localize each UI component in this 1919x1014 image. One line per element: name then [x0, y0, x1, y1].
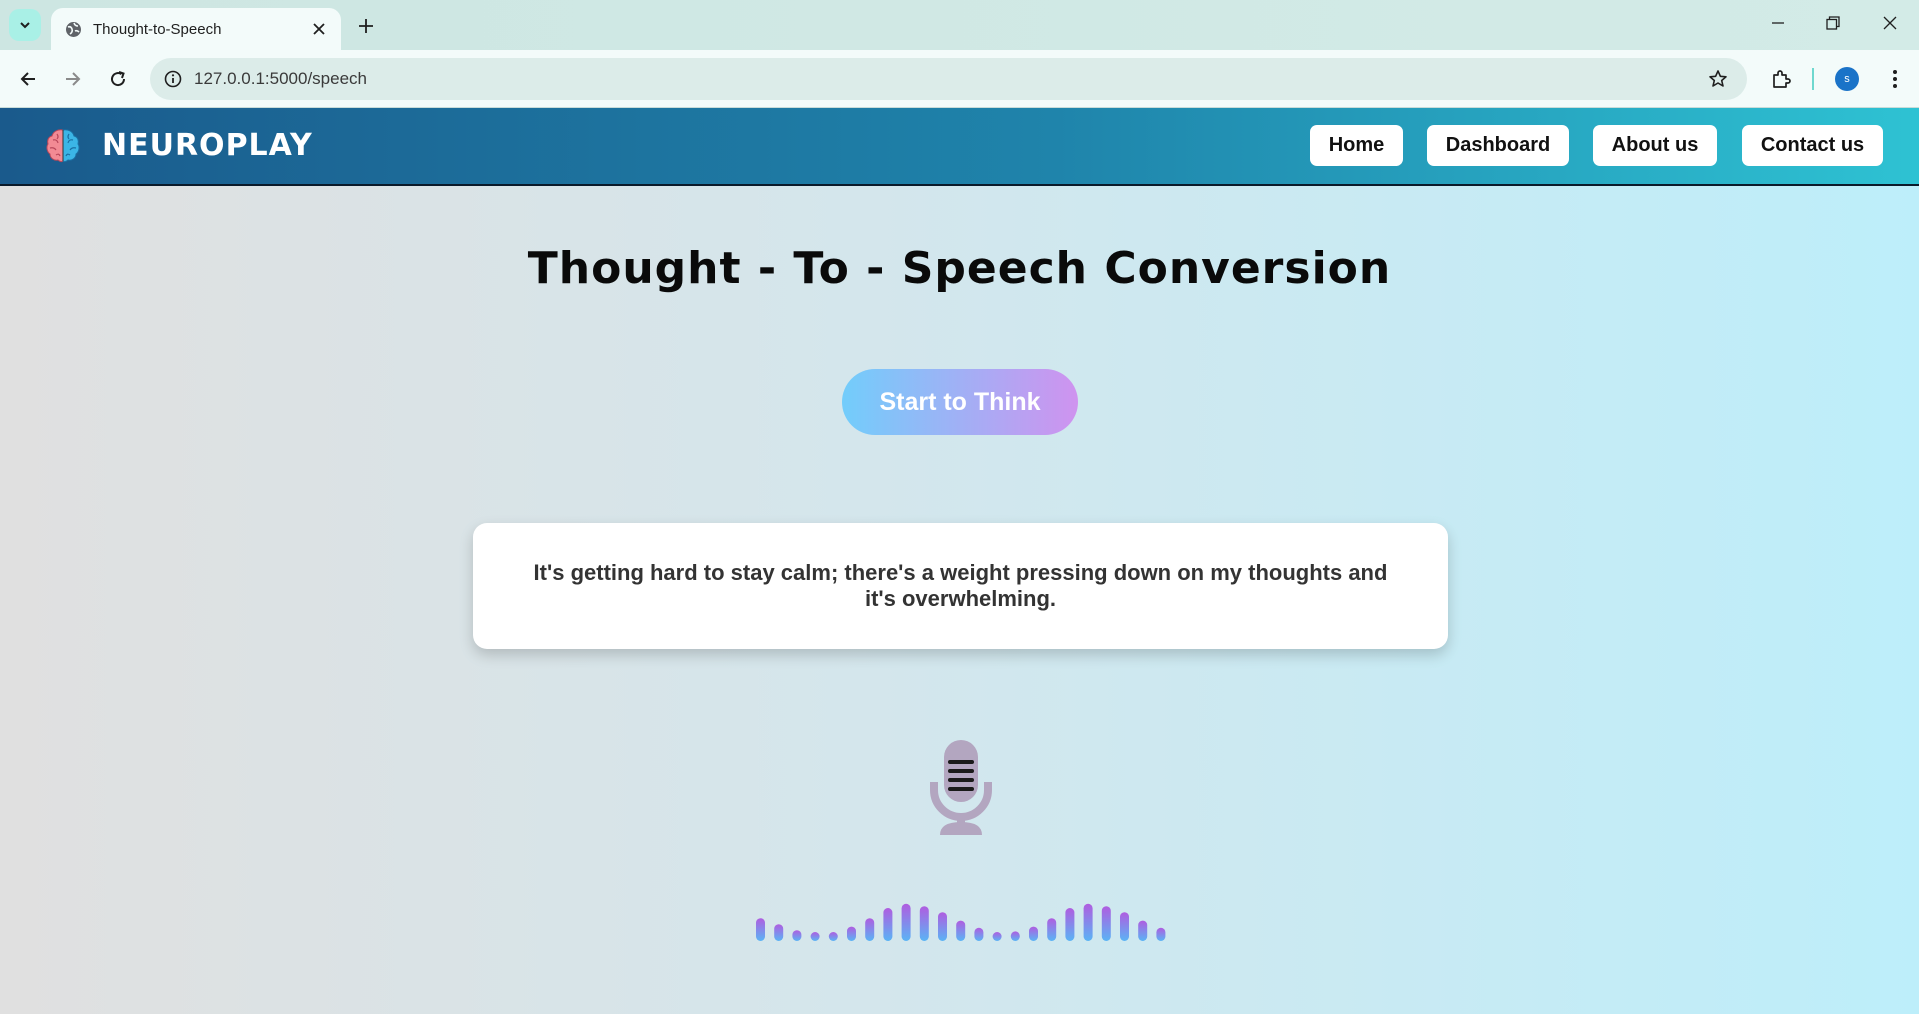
- site-navbar: NEUROPLAY Home Dashboard About us Contac…: [0, 108, 1919, 186]
- waveform-bar: [919, 906, 929, 941]
- waveform-bar: [938, 912, 947, 941]
- waveform-bar: [1029, 926, 1038, 941]
- speech-output-text: It's getting hard to stay calm; there's …: [533, 560, 1388, 611]
- waveform-bar: [1010, 931, 1020, 941]
- waveform-bar: [810, 932, 820, 941]
- url-text[interactable]: 127.0.0.1:5000/speech: [194, 69, 1703, 89]
- back-icon[interactable]: [13, 64, 43, 94]
- waveform-bar: [792, 930, 802, 941]
- brain-logo-icon: [46, 129, 80, 163]
- new-tab-icon[interactable]: [352, 12, 380, 40]
- more-menu-icon[interactable]: [1880, 64, 1910, 94]
- start-to-think-button[interactable]: Start to Think: [842, 369, 1078, 435]
- waveform-bar: [1138, 920, 1148, 941]
- toolbar-separator: [1812, 68, 1814, 90]
- brand[interactable]: NEUROPLAY: [44, 126, 313, 164]
- minimize-icon[interactable]: [1758, 8, 1798, 38]
- address-bar[interactable]: 127.0.0.1:5000/speech: [150, 58, 1747, 100]
- nav-home-button[interactable]: Home: [1310, 125, 1403, 166]
- waveform-bar: [774, 924, 784, 941]
- restore-icon[interactable]: [1813, 8, 1853, 38]
- waveform-bar: [1101, 906, 1111, 941]
- tab-strip: Thought-to-Speech: [0, 0, 1919, 50]
- nav-about-button[interactable]: About us: [1593, 125, 1717, 166]
- browser-toolbar: 127.0.0.1:5000/speech s: [0, 50, 1919, 108]
- page-content: NEUROPLAY Home Dashboard About us Contac…: [0, 108, 1919, 1014]
- browser-chrome: Thought-to-Speech 127.0.0.1:5000/speech …: [0, 0, 1919, 108]
- globe-icon: [64, 20, 82, 38]
- nav-contact-button[interactable]: Contact us: [1742, 125, 1883, 166]
- extensions-icon[interactable]: [1766, 64, 1796, 94]
- waveform-bar: [1065, 908, 1075, 941]
- site-info-icon[interactable]: [162, 68, 184, 90]
- brand-name: NEUROPLAY: [102, 127, 313, 163]
- waveform-bar: [1083, 903, 1093, 941]
- tab-title: Thought-to-Speech: [93, 20, 222, 38]
- waveform-bar: [847, 926, 856, 941]
- nav-dashboard-button[interactable]: Dashboard: [1427, 125, 1569, 166]
- tab-search-button[interactable]: [9, 9, 41, 41]
- close-window-icon[interactable]: [1870, 8, 1910, 38]
- profile-avatar[interactable]: s: [1835, 67, 1859, 91]
- waveform-bar: [883, 908, 893, 941]
- waveform-bar: [828, 932, 838, 941]
- tab-close-icon[interactable]: [307, 17, 331, 41]
- chevron-down-icon: [20, 22, 30, 29]
- waveform-bar: [974, 927, 984, 941]
- browser-tab[interactable]: Thought-to-Speech: [51, 8, 341, 50]
- waveform-bar: [992, 932, 1002, 941]
- waveform-bar: [865, 918, 875, 941]
- reload-icon[interactable]: [103, 64, 133, 94]
- waveform-bar: [1156, 927, 1166, 941]
- waveform-bar: [956, 920, 966, 941]
- waveform-bar: [756, 918, 765, 941]
- page-title: Thought - To - Speech Conversion: [527, 243, 1392, 294]
- forward-icon[interactable]: [58, 64, 88, 94]
- speech-output-card: It's getting hard to stay calm; there's …: [473, 523, 1448, 649]
- bookmark-star-icon[interactable]: [1703, 64, 1733, 94]
- waveform-bar: [1120, 912, 1129, 941]
- microphone-icon: [930, 740, 992, 835]
- audio-waveform: [756, 903, 1166, 941]
- waveform-bar: [1047, 918, 1057, 941]
- waveform-bar: [901, 903, 911, 941]
